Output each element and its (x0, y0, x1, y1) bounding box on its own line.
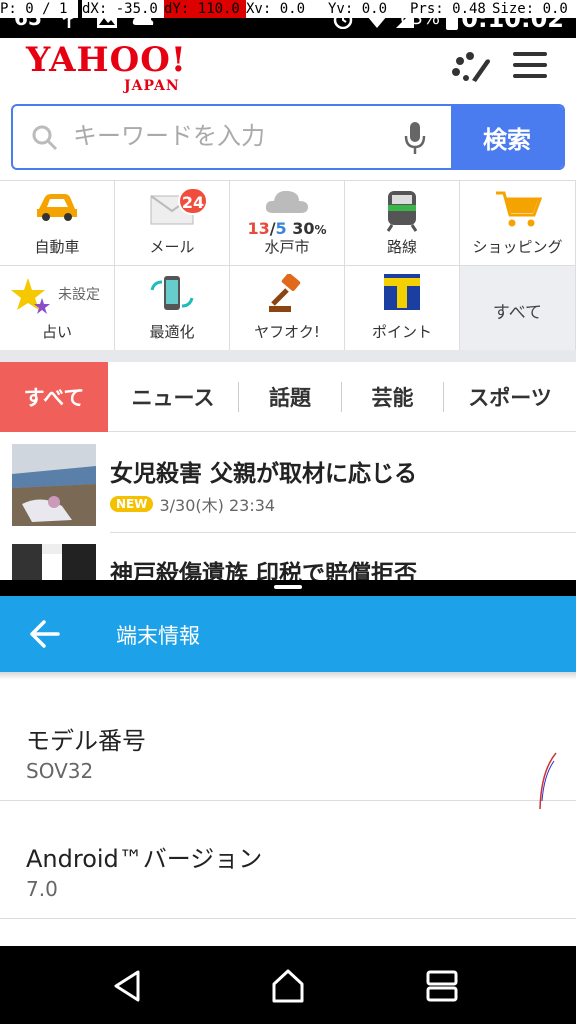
back-arrow-icon[interactable] (28, 618, 62, 650)
tab-news[interactable]: ニュース (108, 362, 238, 432)
service-label: ヤフオク! (254, 323, 320, 341)
yahoo-logo-japan: JAPAN (124, 78, 180, 94)
service-all[interactable]: すべて (460, 266, 576, 351)
setting-android-version[interactable]: Android™バージョン 7.0 (0, 801, 576, 919)
service-label: ショッピング (472, 238, 563, 256)
phone-sync-icon (150, 276, 194, 310)
news-time: 3/30(木) 23:34 (159, 496, 276, 515)
debug-size: Size: 0.0 (492, 0, 576, 18)
cloud-icon (265, 190, 308, 213)
tab-all[interactable]: すべて (0, 362, 108, 432)
service-label: 占い (41, 323, 72, 341)
debug-dy: dY: 110.0 (164, 0, 246, 18)
service-fortune[interactable]: 未設定 占い (0, 266, 115, 351)
recent-apps-icon[interactable] (424, 968, 460, 1004)
service-label: すべて (492, 303, 543, 323)
debug-pointer: P: 0 / 1 (0, 0, 78, 18)
news-list: 女児殺害 父親が取材に応じる NEW 3/30(木) 23:34 神戸殺傷遺族 … (0, 432, 576, 580)
service-label: 路線 (386, 238, 417, 256)
service-auction[interactable]: ヤフオク! (230, 266, 345, 351)
settings-app-bar: 端末情報 (0, 596, 576, 672)
divider-handle[interactable] (274, 585, 302, 589)
car-icon (37, 194, 77, 221)
setting-title: Android™バージョン (26, 845, 263, 873)
service-label: メール (149, 238, 195, 256)
news-item[interactable]: 神戸殺傷遺族 印税で賠償拒否 (0, 532, 576, 580)
train-icon (386, 191, 418, 232)
star-icon (11, 278, 50, 314)
mail-unread-badge: 24 (178, 187, 208, 215)
fortune-unset-note: 未設定 (58, 287, 100, 303)
gavel-icon (269, 274, 301, 312)
t-point-icon (384, 274, 420, 310)
service-car[interactable]: 自動車 (0, 181, 115, 266)
new-badge: NEW (110, 496, 154, 512)
service-shopping[interactable]: ショッピング (460, 181, 576, 266)
status-bar: 65 63% 0:10:02 P: 0 / 1 dX: -35.0 dY: 11… (0, 0, 576, 38)
service-transit[interactable]: 路線 (345, 181, 460, 266)
service-optimize[interactable]: 最適化 (115, 266, 230, 351)
news-item[interactable]: 女児殺害 父親が取材に応じる NEW 3/30(木) 23:34 (0, 432, 576, 533)
service-weather[interactable]: 13/5 30% 水戸市 (230, 181, 345, 266)
tab-topics[interactable]: 話題 (239, 362, 341, 432)
setting-model-number[interactable]: モデル番号 SOV32 (0, 683, 576, 810)
home-icon[interactable] (270, 968, 306, 1004)
search-input[interactable] (73, 106, 393, 168)
news-meta: NEW 3/30(木) 23:34 (110, 492, 275, 516)
news-thumbnail (12, 544, 96, 580)
tab-sports[interactable]: スポーツ (444, 362, 576, 432)
cart-icon (495, 191, 542, 227)
settings-list: モデル番号 SOV32 Android™バージョン 7.0 (0, 672, 576, 946)
theme-palette-icon[interactable] (448, 48, 492, 88)
service-mail[interactable]: 24 メール (115, 181, 230, 266)
news-title: 女児殺害 父親が取材に応じる (110, 461, 418, 487)
navigation-bar (0, 946, 576, 1024)
microphone-icon[interactable] (403, 120, 427, 156)
service-label: 水戸市 (264, 238, 310, 256)
setting-summary: SOV32 (26, 759, 94, 783)
yahoo-logo[interactable]: YAHOO! (26, 42, 187, 78)
pointer-location-overlay: P: 0 / 1 dX: -35.0 dY: 110.0 Xv: 0.0 Yv:… (0, 0, 576, 18)
search-icon (32, 125, 58, 151)
tab-entertainment[interactable]: 芸能 (342, 362, 443, 432)
debug-xv: Xv: 0.0 (246, 0, 328, 18)
debug-yv: Yv: 0.0 (328, 0, 410, 18)
setting-summary: 7.0 (26, 877, 58, 901)
news-thumbnail (12, 444, 96, 526)
section-gap (0, 350, 576, 362)
search-bar: 検索 (11, 104, 565, 170)
service-points[interactable]: ポイント (345, 266, 460, 351)
search-button[interactable]: 検索 (451, 106, 563, 168)
back-icon[interactable] (110, 968, 146, 1004)
menu-icon[interactable] (513, 52, 547, 82)
page-title: 端末情報 (116, 624, 200, 648)
news-tabs: すべて ニュース 話題 芸能 スポーツ (0, 362, 576, 432)
service-label: ポイント (371, 323, 432, 341)
setting-title: モデル番号 (26, 727, 146, 755)
service-grid: 自動車 24 メール 13/5 30% 水戸市 路線 ショッピング 未設定 占い (0, 180, 576, 351)
yahoo-header: YAHOO! JAPAN (0, 38, 576, 98)
service-label: 自動車 (34, 238, 80, 256)
news-title: 神戸殺傷遺族 印税で賠償拒否 (110, 561, 418, 580)
split-screen-divider[interactable] (0, 580, 576, 596)
service-label: 最適化 (149, 323, 195, 341)
debug-prs: Prs: 0.48 (410, 0, 492, 18)
debug-dx: dX: -35.0 (82, 0, 164, 18)
